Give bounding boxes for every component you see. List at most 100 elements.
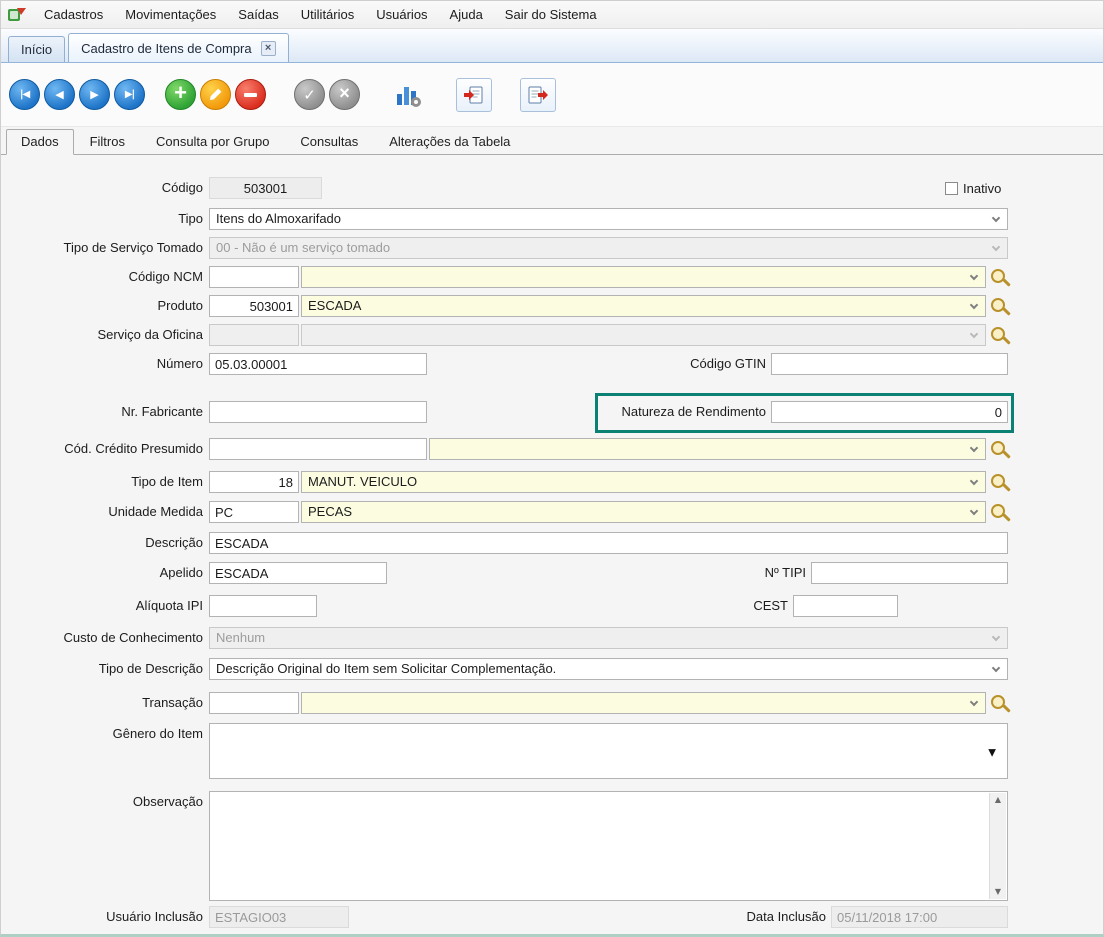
cod-credito-presumido-search-icon[interactable] [991,441,1005,455]
inativo-label: Inativo [963,181,1001,196]
natureza-rendimento-input[interactable] [771,401,1008,423]
tipo-de-item-search-icon[interactable] [991,474,1005,488]
form-tab-consultas[interactable]: Consultas [285,129,373,154]
transacao-combo[interactable] [301,692,986,714]
export-table-button[interactable] [520,78,556,112]
data-inclusao-label: Data Inclusão [621,906,826,928]
row-servico-oficina: Serviço da Oficina [1,324,1103,346]
row-usuario-inclusao: Usuário Inclusão Data Inclusão [1,906,1103,928]
observacao-scrollbar[interactable] [989,793,1006,899]
menu-utilitarios[interactable]: Utilitários [290,1,365,29]
tipo-dropdown[interactable]: Itens do Almoxarifado [209,208,1008,230]
tipo-descricao-dropdown[interactable]: Descrição Original do Item sem Solicitar… [209,658,1008,680]
unidade-medida-code-input[interactable] [209,501,299,523]
next-record-button[interactable] [79,79,110,110]
aliquota-ipi-input[interactable] [209,595,317,617]
form-tab-dados[interactable]: Dados [6,129,74,155]
unidade-medida-combo[interactable]: PECAS [301,501,986,523]
produto-combo[interactable]: ESCADA [301,295,986,317]
row-unidade-medida: Unidade Medida PECAS [1,501,1103,523]
tipo-descricao-label: Tipo de Descrição [1,658,203,680]
row-tipo-de-item: Tipo de Item MANUT. VEICULO [1,471,1103,493]
servico-oficina-label: Serviço da Oficina [1,324,203,346]
import-table-button[interactable] [456,78,492,112]
app-window: Cadastros Movimentações Saídas Utilitári… [0,0,1104,937]
chevron-down-icon [992,633,1000,641]
toolbar [1,63,1103,127]
chevron-down-icon[interactable] [988,744,996,759]
codigo-ncm-combo[interactable] [301,266,986,288]
menu-saidas[interactable]: Saídas [227,1,289,29]
app-icon [7,6,27,24]
delete-record-button[interactable] [235,79,266,110]
produto-code-input[interactable] [209,295,299,317]
produto-search-icon[interactable] [991,298,1005,312]
last-record-button[interactable] [114,79,145,110]
scroll-down-icon[interactable] [995,888,1001,896]
previous-record-button[interactable] [44,79,75,110]
codigo-gtin-input[interactable] [771,353,1008,375]
numero-input[interactable] [209,353,427,375]
row-tipo: Tipo Itens do Almoxarifado [1,208,1103,230]
servico-oficina-combo [301,324,986,346]
form-tab-consulta-por-grupo[interactable]: Consulta por Grupo [141,129,284,154]
app-logo-icon [7,6,27,24]
observacao-label: Observação [1,791,203,813]
menu-ajuda[interactable]: Ajuda [439,1,494,29]
codigo-ncm-search-icon[interactable] [991,269,1005,283]
codigo-gtin-label: Código GTIN [541,353,766,375]
checkbox-icon[interactable] [945,182,958,195]
first-record-button[interactable] [9,79,40,110]
document-import-icon [463,85,485,105]
observacao-textarea[interactable] [209,791,1008,901]
tipo-de-item-combo[interactable]: MANUT. VEICULO [301,471,986,493]
form-tab-strip: Dados Filtros Consulta por Grupo Consult… [1,127,1103,155]
custo-conhecimento-value: Nenhum [216,630,265,645]
menu-usuarios[interactable]: Usuários [365,1,438,29]
custo-conhecimento-dropdown: Nenhum [209,627,1008,649]
genero-item-combo[interactable] [209,723,1008,779]
transacao-label: Transação [1,692,203,714]
tipo-descricao-value: Descrição Original do Item sem Solicitar… [216,661,556,676]
apelido-input[interactable] [209,562,387,584]
menu-movimentacoes[interactable]: Movimentações [114,1,227,29]
form-tab-alteracoes-da-tabela[interactable]: Alterações da Tabela [374,129,525,154]
unidade-medida-search-icon[interactable] [991,504,1005,518]
row-descricao: Descrição [1,532,1103,554]
form-tab-filtros[interactable]: Filtros [75,129,140,154]
genero-item-label: Gênero do Item [1,723,203,745]
tab-close-icon[interactable] [261,41,276,56]
cest-input[interactable] [793,595,898,617]
natureza-rendimento-label: Natureza de Rendimento [541,401,766,423]
codigo-ncm-input[interactable] [209,266,299,288]
tipo-de-item-code-input[interactable] [209,471,299,493]
servico-oficina-search-icon[interactable] [991,327,1005,341]
menu-sair-do-sistema[interactable]: Sair do Sistema [494,1,608,29]
chart-settings-button[interactable] [390,78,426,112]
window-tab-bar: Início Cadastro de Itens de Compra [1,29,1103,63]
row-nr-fabricante: Nr. Fabricante Natureza de Rendimento [1,401,1103,423]
inativo-checkbox[interactable]: Inativo [945,177,1001,199]
unidade-medida-label: Unidade Medida [1,501,203,523]
cancel-button[interactable] [329,79,360,110]
chevron-down-icon [970,272,978,280]
form-dados-panel: Código Inativo Tipo Itens do Almoxarifad… [1,155,1103,934]
confirm-button[interactable] [294,79,325,110]
cod-credito-presumido-input[interactable] [209,438,427,460]
tab-cadastro-itens-compra[interactable]: Cadastro de Itens de Compra [68,33,289,62]
tab-inicio[interactable]: Início [8,36,65,62]
transacao-input[interactable] [209,692,299,714]
chevron-down-icon [992,214,1000,222]
chevron-down-icon [970,444,978,452]
n-tipi-input[interactable] [811,562,1008,584]
descricao-input[interactable] [209,532,1008,554]
scroll-up-icon[interactable] [995,796,1001,804]
add-record-button[interactable] [165,79,196,110]
menu-bar: Cadastros Movimentações Saídas Utilitári… [1,1,1103,29]
menu-cadastros[interactable]: Cadastros [33,1,114,29]
edit-record-button[interactable] [200,79,231,110]
transacao-search-icon[interactable] [991,695,1005,709]
cod-credito-presumido-combo[interactable] [429,438,986,460]
cod-credito-presumido-label: Cód. Crédito Presumido [1,438,203,460]
nr-fabricante-input[interactable] [209,401,427,423]
